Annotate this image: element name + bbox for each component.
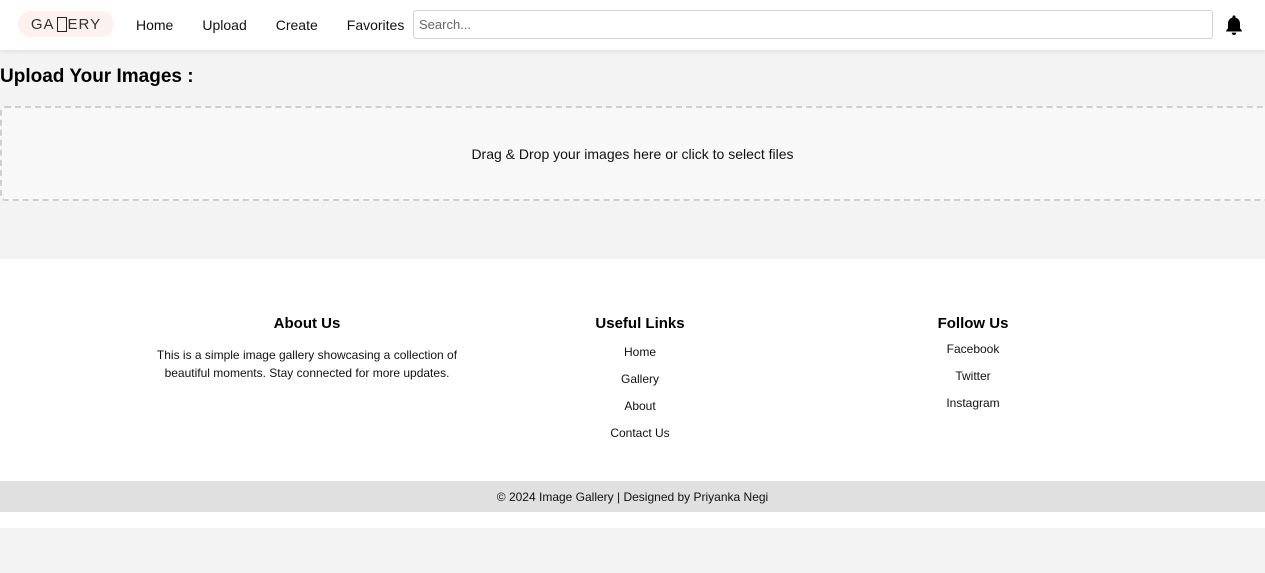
copyright-bar: © 2024 Image Gallery | Designed by Priya…: [0, 481, 1265, 512]
footer-link-contact-us[interactable]: Contact Us: [560, 426, 720, 453]
footer-link-gallery[interactable]: Gallery: [560, 372, 720, 399]
footer-useful-links-section: Useful Links Home Gallery About Contact …: [560, 315, 720, 453]
main-nav: Home Upload Create Favorites: [136, 0, 433, 50]
copyright-text: © 2024 Image Gallery | Designed by Priya…: [496, 489, 769, 504]
footer-link-about[interactable]: About: [560, 399, 720, 426]
nav-link-favorites[interactable]: Favorites: [347, 17, 405, 33]
nav-link-upload[interactable]: Upload: [202, 17, 246, 33]
footer-about-text: This is a simple image gallery showcasin…: [156, 348, 458, 380]
bottom-spacer: [0, 512, 1265, 528]
navbar: GA ERY Home Upload Create Favorites: [0, 0, 1265, 50]
footer-about-heading: About Us: [273, 315, 341, 332]
footer-link-facebook[interactable]: Facebook: [893, 342, 1053, 369]
image-dropzone[interactable]: Drag & Drop your images here or click to…: [0, 106, 1265, 201]
search-input[interactable]: [413, 10, 1213, 39]
footer-link-home[interactable]: Home: [560, 345, 720, 372]
logo[interactable]: GA ERY: [18, 11, 114, 37]
logo-text-suffix: ERY: [67, 15, 102, 33]
footer-useful-links-list: Home Gallery About Contact Us: [560, 345, 720, 453]
footer: About Us This is a simple image gallery …: [0, 259, 1265, 481]
page-title: Upload Your Images :: [0, 66, 194, 87]
footer-link-twitter[interactable]: Twitter: [893, 369, 1053, 396]
footer-follow-list: Facebook Twitter Instagram: [893, 342, 1053, 423]
bell-icon[interactable]: [1224, 14, 1244, 36]
footer-link-instagram[interactable]: Instagram: [893, 396, 1053, 423]
dropzone-text: Drag & Drop your images here or click to…: [471, 145, 794, 162]
logo-text-prefix: GA: [30, 15, 55, 33]
nav-link-home[interactable]: Home: [136, 17, 173, 33]
logo-box-icon: [56, 16, 67, 32]
footer-about-section: About Us This is a simple image gallery …: [156, 315, 458, 382]
footer-follow-heading: Follow Us: [937, 315, 1009, 332]
nav-link-create[interactable]: Create: [276, 17, 318, 33]
footer-follow-section: Follow Us Facebook Twitter Instagram: [893, 315, 1053, 423]
footer-useful-links-heading: Useful Links: [595, 315, 685, 332]
